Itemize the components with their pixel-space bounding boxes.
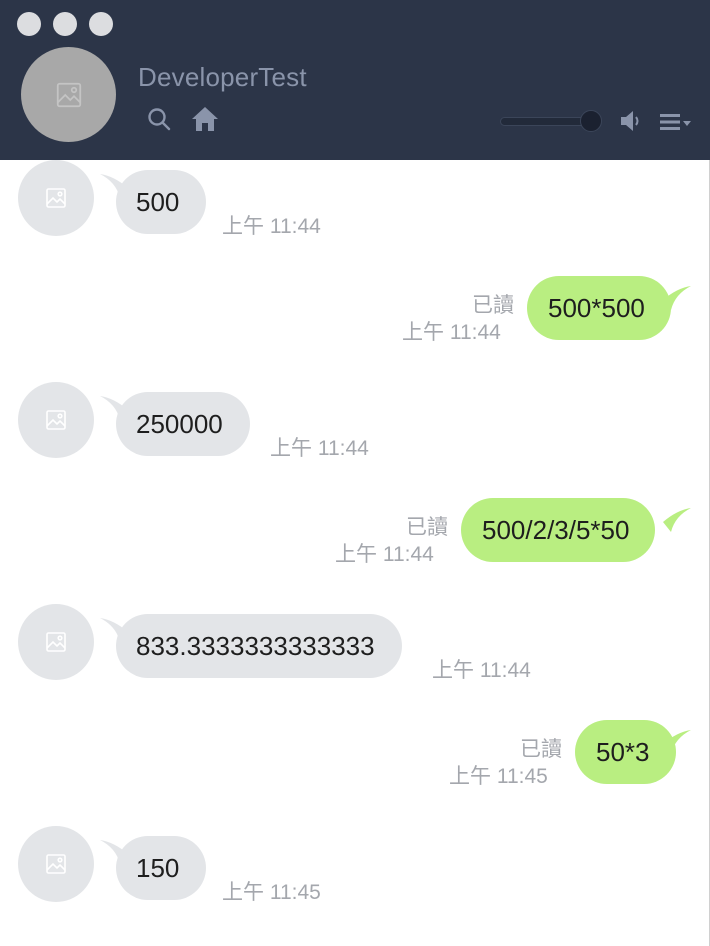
home-icon bbox=[192, 107, 218, 131]
window-minimize-button[interactable] bbox=[53, 12, 77, 36]
chat-window: DeveloperTest 500 上午 11:44 已讀 上午 11:44 5… bbox=[0, 0, 710, 946]
message-bubble-outgoing[interactable]: 500/2/3/5*50 bbox=[461, 498, 656, 562]
speaker-button[interactable] bbox=[617, 107, 645, 135]
message-bubble-incoming[interactable]: 250000 bbox=[116, 392, 250, 456]
menu-button[interactable] bbox=[656, 108, 696, 136]
search-button[interactable] bbox=[143, 104, 175, 134]
sender-avatar[interactable] bbox=[18, 826, 94, 902]
window-close-button[interactable] bbox=[17, 12, 41, 36]
message-bubble-incoming[interactable]: 833.3333333333333 bbox=[116, 614, 402, 678]
bubble-tail bbox=[663, 508, 691, 532]
message-time: 上午 11:45 bbox=[449, 765, 548, 788]
sender-avatar[interactable] bbox=[18, 604, 94, 680]
contact-avatar[interactable] bbox=[21, 47, 116, 142]
message-bubble-incoming[interactable]: 500 bbox=[116, 170, 207, 234]
message-time: 上午 11:44 bbox=[432, 659, 531, 682]
search-icon bbox=[148, 108, 171, 131]
window-maximize-button[interactable] bbox=[89, 12, 113, 36]
sender-avatar[interactable] bbox=[18, 160, 94, 236]
speaker-icon bbox=[621, 111, 639, 131]
image-placeholder-icon bbox=[46, 632, 66, 652]
message-bubble-outgoing[interactable]: 50*3 bbox=[575, 720, 676, 784]
volume-slider[interactable] bbox=[500, 117, 592, 126]
chat-header: DeveloperTest bbox=[0, 0, 710, 160]
message-time: 上午 11:45 bbox=[222, 881, 321, 904]
chat-title: DeveloperTest bbox=[138, 62, 307, 92]
bubble-tail bbox=[663, 730, 691, 754]
image-placeholder-icon bbox=[56, 82, 81, 107]
menu-icon bbox=[660, 114, 691, 130]
volume-slider-handle[interactable] bbox=[580, 110, 602, 132]
read-receipt: 已讀 bbox=[472, 294, 514, 317]
sender-avatar[interactable] bbox=[18, 382, 94, 458]
read-receipt: 已讀 bbox=[406, 516, 448, 539]
message-time: 上午 11:44 bbox=[335, 543, 434, 566]
home-button[interactable] bbox=[188, 104, 222, 134]
message-time: 上午 11:44 bbox=[270, 437, 369, 460]
message-bubble-incoming[interactable]: 150 bbox=[116, 836, 207, 900]
image-placeholder-icon bbox=[46, 854, 66, 874]
image-placeholder-icon bbox=[46, 410, 66, 430]
message-time: 上午 11:44 bbox=[402, 321, 501, 344]
message-list[interactable]: 500 上午 11:44 已讀 上午 11:44 500*500 250000 … bbox=[0, 160, 709, 946]
read-receipt: 已讀 bbox=[520, 738, 562, 761]
image-placeholder-icon bbox=[46, 188, 66, 208]
message-time: 上午 11:44 bbox=[222, 215, 321, 238]
bubble-tail bbox=[663, 286, 691, 310]
message-bubble-outgoing[interactable]: 500*500 bbox=[527, 276, 671, 340]
